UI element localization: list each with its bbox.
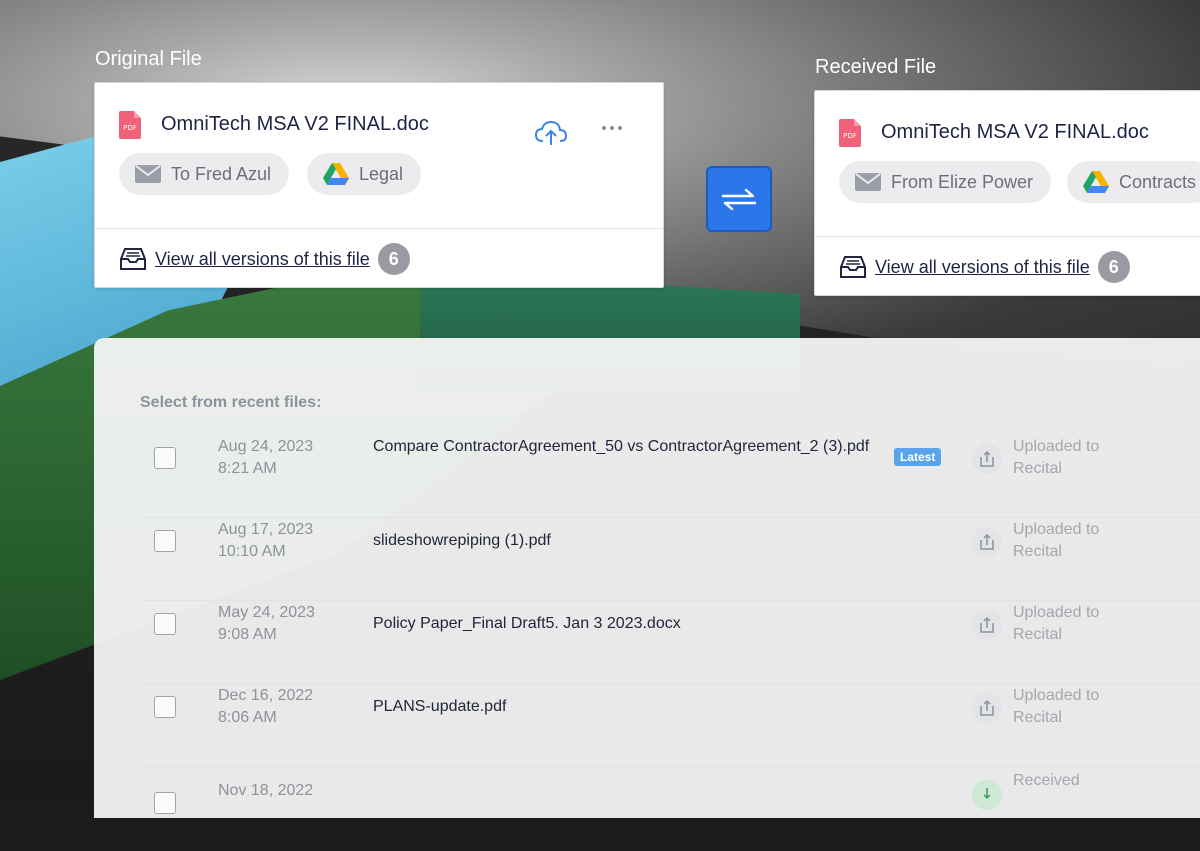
row-date-day: Dec 16, 2022 <box>218 687 314 704</box>
row-file-name[interactable]: PLANS-update.pdf <box>373 696 873 718</box>
original-file-header: PDF OmniTech MSA V2 FINAL.doc To Fred Az… <box>95 83 663 229</box>
row-checkbox[interactable] <box>154 447 176 469</box>
upload-icon <box>980 699 994 716</box>
row-status: Uploaded to Recital <box>1013 521 1100 560</box>
original-versions-row: View all versions of this file 6 <box>95 229 663 287</box>
row-checkbox[interactable] <box>154 613 176 635</box>
row-date-day: Nov 18, 2022 <box>218 782 314 799</box>
view-versions-link[interactable]: View all versions of this file <box>155 249 370 270</box>
received-file-card: PDF OmniTech MSA V2 FINAL.doc From Elize… <box>814 90 1200 296</box>
recent-files-heading: Select from recent files: <box>140 394 322 411</box>
row-checkbox[interactable] <box>154 530 176 552</box>
folder-chip-label: Contracts <box>1119 171 1197 192</box>
sender-chip-label: From Elize Power <box>891 171 1034 192</box>
row-checkbox[interactable] <box>154 792 176 814</box>
received-file-name[interactable]: OmniTech MSA V2 FINAL.doc <box>881 121 1149 144</box>
table-row[interactable]: Dec 16, 2022 8:06 AM PLANS-update.pdf Up… <box>140 683 1200 767</box>
download-icon <box>983 788 991 800</box>
status-icon <box>972 610 1002 640</box>
row-status: Uploaded to Recital <box>1013 604 1100 643</box>
sender-chip[interactable]: From Elize Power <box>839 161 1052 203</box>
swap-files-button[interactable] <box>706 166 772 232</box>
pdf-file-icon: PDF <box>839 119 861 147</box>
row-file-name[interactable]: Policy Paper_Final Draft5. Jan 3 2023.do… <box>373 613 873 635</box>
row-date: Aug 17, 2023 10:10 AM <box>218 519 313 563</box>
received-file-header: PDF OmniTech MSA V2 FINAL.doc From Elize… <box>815 91 1200 237</box>
row-date-time: 8:06 AM <box>218 709 277 726</box>
table-row[interactable]: May 24, 2023 9:08 AM Policy Paper_Final … <box>140 600 1200 684</box>
svg-text:PDF: PDF <box>843 132 857 140</box>
cloud-upload-icon[interactable] <box>534 119 568 147</box>
versions-count-badge: 6 <box>377 243 410 275</box>
table-row[interactable]: Aug 24, 2023 8:21 AM Compare ContractorA… <box>140 434 1200 518</box>
row-file-name[interactable]: Compare ContractorAgreement_50 vs Contra… <box>373 436 873 458</box>
google-drive-icon <box>323 163 349 185</box>
row-date: Dec 16, 2022 8:06 AM <box>218 685 313 729</box>
upload-icon <box>980 616 994 633</box>
latest-badge: Latest <box>894 448 942 466</box>
received-file-label: Received File <box>815 56 937 78</box>
status-icon <box>972 527 1002 557</box>
row-date-day: Aug 17, 2023 <box>218 521 314 538</box>
folder-chip[interactable]: Contracts <box>1067 161 1200 203</box>
row-date-time: 8:21 AM <box>218 460 277 477</box>
row-date: May 24, 2023 9:08 AM <box>218 602 315 646</box>
versions-count-badge: 6 <box>1097 251 1130 283</box>
inbox-tray-icon <box>840 256 866 278</box>
status-icon <box>972 444 1002 474</box>
status-icon <box>972 693 1002 723</box>
upload-icon <box>980 533 994 550</box>
mail-icon <box>135 165 161 183</box>
row-date: Nov 18, 2022 <box>218 780 313 802</box>
original-file-name[interactable]: OmniTech MSA V2 FINAL.doc <box>161 113 429 136</box>
google-drive-icon <box>1083 171 1109 193</box>
svg-text:PDF: PDF <box>123 124 137 132</box>
view-versions-link[interactable]: View all versions of this file <box>875 257 1090 278</box>
table-row[interactable]: Aug 17, 2023 10:10 AM slideshowrepiping … <box>140 517 1200 601</box>
row-file-name[interactable]: slideshowrepiping (1).pdf <box>373 530 873 552</box>
received-versions-row: View all versions of this file 6 <box>815 237 1200 295</box>
row-status: Uploaded to Recital <box>1013 687 1100 726</box>
row-checkbox[interactable] <box>154 696 176 718</box>
upload-icon <box>980 450 994 467</box>
folder-chip-label: Legal <box>359 163 404 184</box>
swap-arrows-icon <box>721 188 757 210</box>
original-file-label: Original File <box>95 48 202 70</box>
row-date-day: May 24, 2023 <box>218 604 315 621</box>
row-date-time: 9:08 AM <box>218 626 277 643</box>
row-date-time: 10:10 AM <box>218 543 286 560</box>
row-date: Aug 24, 2023 8:21 AM <box>218 436 313 480</box>
row-date-day: Aug 24, 2023 <box>218 438 314 455</box>
recipient-chip-label: To Fred Azul <box>171 163 272 184</box>
pdf-file-icon: PDF <box>119 111 141 139</box>
original-file-card: PDF OmniTech MSA V2 FINAL.doc To Fred Az… <box>94 82 664 288</box>
status-icon <box>972 780 1002 810</box>
table-row[interactable]: Nov 18, 2022 Received <box>140 768 1200 851</box>
row-status: Uploaded to Recital <box>1013 438 1100 477</box>
recent-files-panel: Select from recent files: Aug 24, 2023 8… <box>94 338 1200 818</box>
mail-icon <box>855 173 881 191</box>
more-options-icon[interactable] <box>600 123 624 133</box>
recipient-chip[interactable]: To Fred Azul <box>119 153 290 195</box>
folder-chip[interactable]: Legal <box>307 153 422 195</box>
inbox-tray-icon <box>120 248 146 270</box>
row-status: Received <box>1013 772 1080 789</box>
